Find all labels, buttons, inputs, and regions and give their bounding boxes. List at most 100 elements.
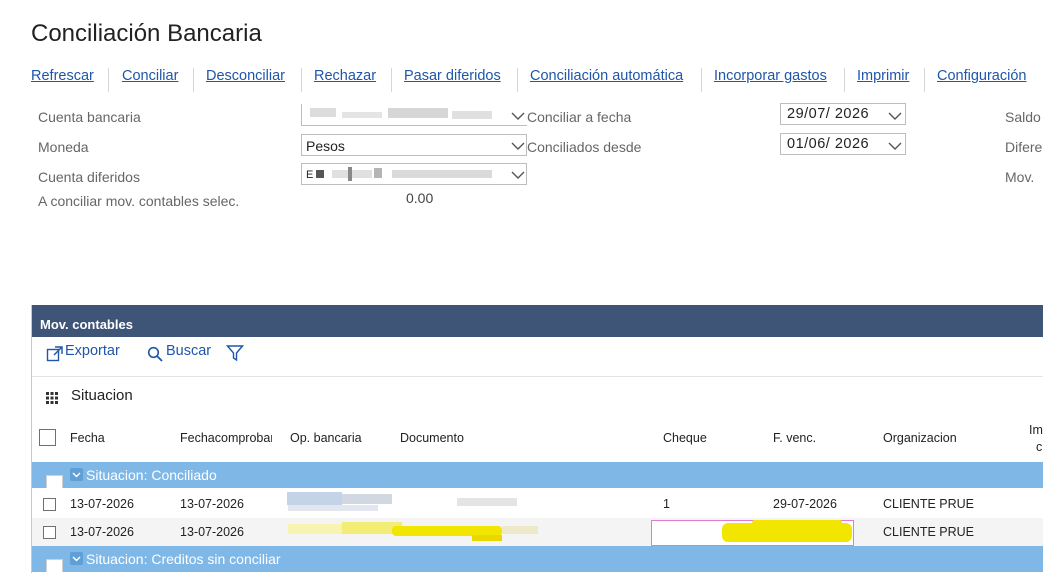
toolbar-divider	[301, 68, 302, 92]
redacted-text	[342, 112, 382, 118]
col-op-bancaria[interactable]: Op. bancaria	[290, 431, 362, 445]
col-importe-line2[interactable]: c	[1036, 440, 1042, 454]
redacted-text	[457, 498, 517, 506]
chevron-down-icon[interactable]	[888, 141, 902, 151]
conciliacion-automatica-button[interactable]: Conciliación automática	[530, 68, 683, 84]
redacted-text	[348, 167, 352, 181]
moneda-label: Moneda	[38, 139, 89, 155]
chevron-down-icon[interactable]	[888, 111, 902, 121]
conciliar-fecha-label: Conciliar a fecha	[527, 109, 632, 125]
desconciliar-button[interactable]: Desconciliar	[206, 68, 285, 84]
conciliar-fecha-value: 29/07/ 2026	[787, 106, 870, 122]
chevron-down-icon[interactable]	[70, 468, 83, 481]
toolbar-divider	[517, 68, 518, 92]
group-checkbox[interactable]	[46, 475, 63, 488]
moneda-select[interactable]: Pesos	[301, 134, 527, 156]
redacted-text	[452, 111, 492, 119]
buscar-button[interactable]: Buscar	[166, 343, 211, 359]
cell-organizacion: CLIENTE PRUE	[883, 525, 974, 539]
diferencia-label: Difere	[1005, 139, 1043, 155]
redacted-text	[388, 108, 448, 118]
page-title: Conciliación Bancaria	[31, 20, 262, 47]
group-by-label: Situacion	[71, 387, 133, 404]
cell-fecha: 13-07-2026	[70, 525, 134, 539]
grid-header-title: Mov. contables	[40, 317, 133, 332]
toolbar-divider	[924, 68, 925, 92]
rechazar-button[interactable]: Rechazar	[314, 68, 376, 84]
saldo-label: Saldo	[1005, 109, 1041, 125]
cell-fecha: 13-07-2026	[70, 497, 134, 511]
a-conciliar-value: 0.00	[406, 190, 434, 206]
col-importe[interactable]: Im	[1029, 423, 1043, 437]
action-toolbar: Refrescar Conciliar Desconciliar Rechaza…	[0, 68, 1043, 92]
table-row[interactable]: 13-07-2026 13-07-2026 1 29-07-2026 CLIEN…	[32, 490, 1043, 518]
row-checkbox[interactable]	[43, 498, 56, 511]
pasar-diferidos-button[interactable]: Pasar diferidos	[404, 68, 501, 84]
configuracion-button[interactable]: Configuración	[937, 68, 1026, 84]
col-f-venc[interactable]: F. venc.	[773, 431, 816, 445]
highlight-mark	[752, 520, 842, 525]
chevron-down-icon[interactable]	[70, 552, 83, 565]
cell-cheque: 1	[663, 497, 670, 511]
col-organizacion[interactable]: Organizacion	[883, 431, 957, 445]
grid-header: Mov. contables	[32, 305, 1043, 337]
col-documento[interactable]: Documento	[400, 431, 464, 445]
group-checkbox[interactable]	[46, 559, 63, 572]
filter-icon[interactable]	[226, 344, 244, 362]
cuenta-diferidos-select[interactable]: E	[301, 163, 527, 185]
export-icon[interactable]	[46, 345, 64, 363]
cuenta-diferidos-value: E	[306, 169, 314, 181]
cell-fechacomp: 13-07-2026	[180, 497, 244, 511]
redacted-text	[392, 170, 492, 178]
redacted-text	[332, 170, 372, 178]
toolbar-divider	[193, 68, 194, 92]
toolbar-divider	[701, 68, 702, 92]
mov-contables-grid: Mov. contables Exportar Buscar Situacion…	[31, 305, 1043, 573]
incorporar-gastos-button[interactable]: Incorporar gastos	[714, 68, 827, 84]
highlight-mark	[472, 535, 502, 541]
toolbar-divider	[391, 68, 392, 92]
moneda-value: Pesos	[306, 138, 345, 154]
group-label: Situacion: Conciliado	[86, 467, 217, 483]
conciliar-button[interactable]: Conciliar	[122, 68, 178, 84]
mov-label: Mov.	[1005, 169, 1035, 185]
toolbar-divider	[844, 68, 845, 92]
group-row-creditos-sin-conciliar[interactable]: Situacion: Creditos sin conciliar	[32, 546, 1043, 572]
group-label: Situacion: Creditos sin conciliar	[86, 551, 281, 567]
redacted-text	[374, 168, 382, 178]
conciliados-desde-input[interactable]: 01/06/ 2026	[780, 133, 906, 155]
exportar-button[interactable]: Exportar	[65, 343, 120, 359]
cell-organizacion: CLIENTE PRUE	[883, 497, 974, 511]
cuenta-diferidos-label: Cuenta diferidos	[38, 169, 140, 185]
grid-group-icon[interactable]	[46, 392, 58, 404]
conciliar-fecha-input[interactable]: 29/07/ 2026	[780, 103, 906, 125]
chevron-down-icon[interactable]	[511, 141, 525, 151]
chevron-down-icon[interactable]	[511, 170, 525, 180]
a-conciliar-label: A conciliar mov. contables selec.	[38, 193, 240, 209]
redacted-text	[316, 170, 324, 178]
toolbar-divider	[32, 376, 1043, 377]
col-fecha[interactable]: Fecha	[70, 431, 105, 445]
toolbar-divider	[108, 68, 109, 92]
conciliados-desde-value: 01/06/ 2026	[787, 136, 870, 152]
row-checkbox[interactable]	[43, 526, 56, 539]
group-row-conciliado[interactable]: Situacion: Conciliado	[32, 462, 1043, 488]
cell-fechacomp: 13-07-2026	[180, 525, 244, 539]
table-row[interactable]: 13-07-2026 13-07-2026 CLIENTE PRUE	[32, 518, 1043, 546]
cuenta-bancaria-select[interactable]	[301, 104, 527, 126]
col-fechacomprobante[interactable]: Fechacomprobar	[180, 431, 272, 445]
cuenta-bancaria-label: Cuenta bancaria	[38, 109, 141, 125]
redacted-text	[310, 108, 336, 117]
search-icon[interactable]	[147, 346, 163, 362]
redacted-text	[287, 492, 342, 505]
redacted-text	[288, 505, 378, 511]
redacted-text	[502, 526, 538, 534]
cell-f-venc: 29-07-2026	[773, 497, 837, 511]
imprimir-button[interactable]: Imprimir	[857, 68, 909, 84]
col-cheque[interactable]: Cheque	[663, 431, 707, 445]
chevron-down-icon[interactable]	[511, 111, 525, 121]
highlight-mark	[722, 523, 852, 542]
select-all-checkbox[interactable]	[39, 429, 56, 446]
conciliados-desde-label: Conciliados desde	[527, 139, 642, 155]
refrescar-button[interactable]: Refrescar	[31, 68, 94, 84]
